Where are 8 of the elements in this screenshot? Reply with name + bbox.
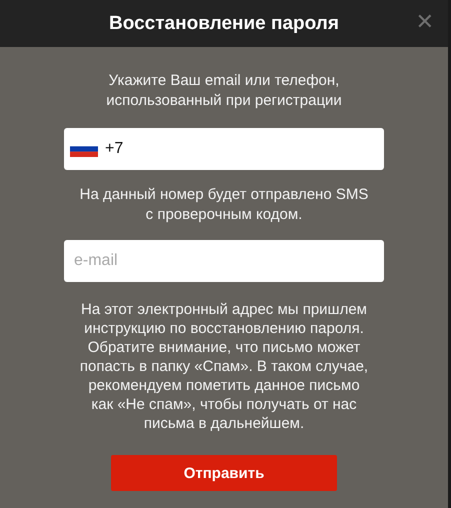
email-note: На этот электронный адрес мы пришлем инструкцию по восстановлению пароля. Обратите внимание, что письмо может попасть в папку «Спам». В таком случае, рекомендуем пометить данное письмо как «Не спам», чтобы получать от нас письма в дальнейшем. bbox=[78, 300, 370, 433]
dialog-title: Восстановление пароля bbox=[109, 12, 339, 34]
sms-note: На данный номер будет отправлено SMS с проверочным кодом. bbox=[78, 185, 370, 225]
phone-field[interactable]: +7 bbox=[64, 128, 384, 170]
instruction-text: Укажите Ваш email или телефон, использованный при регистрации bbox=[105, 71, 343, 111]
email-field[interactable]: e-mail bbox=[64, 240, 384, 282]
close-button[interactable]: ✕ bbox=[412, 11, 438, 35]
submit-button[interactable]: Отправить bbox=[111, 455, 337, 491]
